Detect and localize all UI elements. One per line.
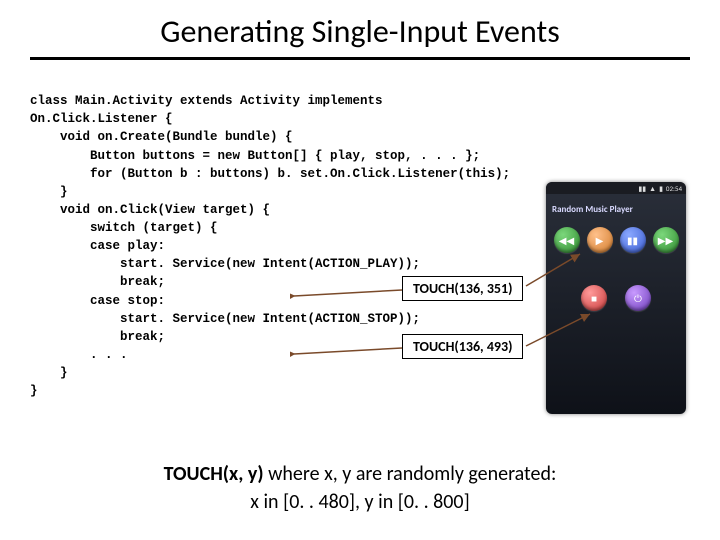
code-line: On.Click.Listener { [30, 112, 173, 126]
code-line: break; [30, 275, 165, 289]
code-line: Button buttons = new Button[] { play, st… [30, 149, 480, 163]
code-line: case play: [30, 239, 165, 253]
code-line: start. Service(new Intent(ACTION_STOP)); [30, 312, 420, 326]
footer-rest: where x, y are randomly generated: [264, 462, 557, 486]
code-line: } [30, 366, 68, 380]
code-line: void on.Create(Bundle bundle) { [30, 130, 293, 144]
callout-touch-1: TOUCH(136, 351) [402, 276, 523, 301]
code-line: break; [30, 330, 165, 344]
footer-bold: TOUCH(x, y) [164, 462, 264, 486]
code-line: for (Button b : buttons) b. set.On.Click… [30, 167, 510, 181]
code-line: case stop: [30, 294, 165, 308]
footer-line-2: x in [0. . 480], y in [0. . 800] [30, 490, 690, 514]
code-line: . . . [30, 348, 128, 362]
page-title: Generating Single-Input Events [30, 12, 690, 51]
code-line: void on.Click(View target) { [30, 203, 270, 217]
code-line: } [30, 384, 38, 398]
footer-line-1: TOUCH(x, y) where x, y are randomly gene… [30, 462, 690, 486]
code-line: switch (target) { [30, 221, 218, 235]
divider [30, 57, 690, 60]
arrow-2-right [524, 310, 594, 350]
arrow-1-left [290, 286, 404, 300]
slide: Generating Single-Input Events class Mai… [0, 0, 720, 540]
arrow-2-left [290, 344, 404, 358]
callout-touch-2: TOUCH(136, 493) [402, 334, 523, 359]
code-line: class Main.Activity extends Activity imp… [30, 94, 383, 108]
code-line: start. Service(new Intent(ACTION_PLAY)); [30, 257, 420, 271]
footer: TOUCH(x, y) where x, y are randomly gene… [30, 462, 690, 514]
code-line: } [30, 185, 68, 199]
arrow-1-right [524, 250, 584, 290]
